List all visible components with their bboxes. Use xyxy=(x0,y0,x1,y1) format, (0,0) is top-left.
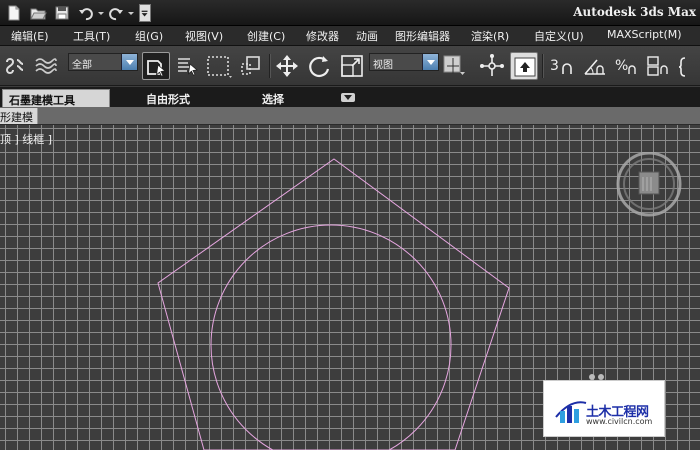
title-bar: Autodesk 3ds Max xyxy=(0,0,700,26)
menu-maxscript[interactable]: MAXScript(M) xyxy=(607,28,682,41)
select-by-name-icon[interactable] xyxy=(174,52,202,80)
select-and-rotate-icon[interactable] xyxy=(305,52,333,80)
new-file-icon[interactable] xyxy=(5,4,23,22)
selection-filter-dropdown[interactable]: 全部 xyxy=(68,53,138,71)
undo-icon[interactable] xyxy=(77,4,95,22)
select-object-icon[interactable] xyxy=(142,52,170,80)
select-and-manipulate-icon[interactable] xyxy=(478,52,506,80)
menu-edit[interactable]: 编辑(E) xyxy=(11,28,49,44)
edit-named-selection-icon[interactable] xyxy=(675,52,700,80)
ribbon-tab-bar: 石墨建模工具 自由形式 选择 xyxy=(0,87,700,107)
save-icon[interactable] xyxy=(53,4,71,22)
angle-snap-icon[interactable] xyxy=(581,52,609,80)
reference-coordinate-dropdown[interactable]: 视图 xyxy=(369,53,439,71)
circle-shape[interactable] xyxy=(210,224,452,450)
viewcube-icon[interactable] xyxy=(614,152,684,222)
tab-freeform[interactable]: 自由形式 xyxy=(140,89,196,107)
toolbar-separator xyxy=(542,54,543,78)
ribbon-panel-strip: 形建模 xyxy=(0,107,700,125)
ribbon-minimize-toggle[interactable] xyxy=(341,93,355,102)
use-pivot-center-icon[interactable] xyxy=(441,52,469,80)
menu-create[interactable]: 创建(C) xyxy=(247,28,285,44)
menu-bar: 编辑(E) 工具(T) 组(G) 视图(V) 创建(C) 修改器 动画 图形编辑… xyxy=(0,26,700,46)
bind-space-warp-icon[interactable] xyxy=(32,52,60,80)
pentagon-shape[interactable] xyxy=(157,158,510,450)
watermark-url: www.civilcn.com xyxy=(586,417,653,426)
reference-coordinate-value: 视图 xyxy=(373,60,393,71)
keyboard-shortcut-override-icon[interactable] xyxy=(510,52,538,80)
snaps-toggle-icon[interactable]: 3 xyxy=(547,52,579,80)
window-crossing-icon[interactable] xyxy=(237,52,265,80)
menu-modifiers[interactable]: 修改器 xyxy=(306,28,339,44)
panel-polygon-modeling-label[interactable]: 形建模 xyxy=(0,108,38,124)
rectangular-selection-region-icon[interactable] xyxy=(205,52,233,80)
toolbar-separator xyxy=(269,54,270,78)
menu-animation[interactable]: 动画 xyxy=(356,28,378,44)
civilcn-logo-icon xyxy=(555,401,587,423)
snap-value-text: 3 xyxy=(550,58,559,74)
menu-rendering[interactable]: 渲染(R) xyxy=(471,28,509,44)
chevron-down-icon xyxy=(121,54,137,70)
undo-dropdown-icon[interactable] xyxy=(97,4,105,22)
redo-dropdown-icon[interactable] xyxy=(127,4,135,22)
chevron-down-icon xyxy=(422,54,438,70)
svg-text:%: % xyxy=(615,58,628,74)
tab-selection[interactable]: 选择 xyxy=(256,89,290,107)
app-title: Autodesk 3ds Max xyxy=(573,5,696,19)
select-and-scale-icon[interactable] xyxy=(338,52,366,80)
spinner-snap-icon[interactable] xyxy=(643,52,671,80)
selection-filter-value: 全部 xyxy=(72,60,92,71)
menu-view[interactable]: 视图(V) xyxy=(185,28,223,44)
redo-icon[interactable] xyxy=(107,4,125,22)
percent-snap-icon[interactable]: % xyxy=(613,52,641,80)
menu-tools[interactable]: 工具(T) xyxy=(73,28,110,44)
watermark-logo: 土木工程网 www.civilcn.com xyxy=(543,380,665,437)
menu-graph-editors[interactable]: 图形编辑器 xyxy=(395,28,450,44)
customize-dropdown-icon[interactable] xyxy=(139,4,151,22)
menu-group[interactable]: 组(G) xyxy=(135,28,163,44)
menu-customize[interactable]: 自定义(U) xyxy=(534,28,584,44)
main-toolbar: 全部 视图 3 % xyxy=(0,46,700,86)
select-and-link-icon[interactable] xyxy=(2,52,30,80)
tab-graphite-modeling-tools[interactable]: 石墨建模工具 xyxy=(2,89,110,107)
select-and-move-icon[interactable] xyxy=(273,52,301,80)
open-folder-icon[interactable] xyxy=(29,4,47,22)
